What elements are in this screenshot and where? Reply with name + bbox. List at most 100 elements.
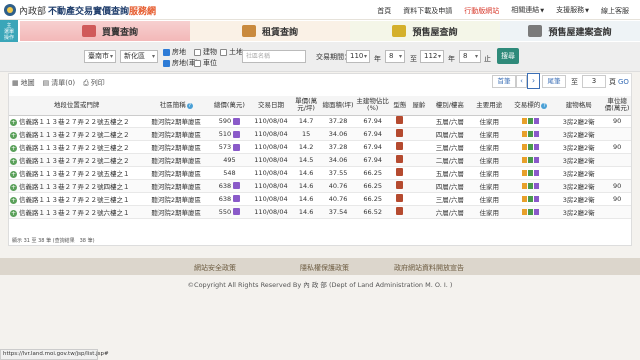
parking-icon xyxy=(534,157,540,164)
checkbox-icon xyxy=(194,48,201,56)
col-unit-price[interactable]: 單價(萬元/坪) xyxy=(291,96,322,116)
district-select[interactable]: 新化區 xyxy=(120,50,158,63)
crane-icon xyxy=(392,25,407,37)
table-row[interactable]: + 信義路１１３巷２７弄２２號二樓之２ 聽河院2期華廈區 510 110/08/04 15… xyxy=(9,127,631,142)
table-row[interactable]: + 信義路１１３巷２７弄２２號四樓之１ 聽河院2期華廈區 638 110/08/04 14… xyxy=(9,179,631,193)
from-year-select[interactable]: 110 xyxy=(346,50,370,63)
to-month-select[interactable]: 8 xyxy=(459,50,481,63)
parking-icon xyxy=(534,118,540,125)
col-address[interactable]: 地段位置或門牌 xyxy=(9,96,145,116)
cell-target xyxy=(507,153,555,168)
table-row[interactable]: + 信義路１１３巷２７弄２２號五樓之１ 聽河院2期華廈區 548 110/08/04 14… xyxy=(9,166,631,180)
type-land-checkbox[interactable]: 土地 xyxy=(220,47,243,57)
col-parking[interactable]: 車位總價(萬元) xyxy=(603,96,631,116)
cell-type xyxy=(390,179,410,193)
help-icon: ? xyxy=(186,102,193,109)
cell-unit-price: 14.2 xyxy=(291,140,322,155)
cell-type xyxy=(390,140,410,155)
search-button[interactable]: 搜尋 xyxy=(497,48,519,64)
tab-presale-project[interactable]: 預售屋建案查詢 xyxy=(500,21,640,41)
cell-parking xyxy=(603,127,631,142)
nav-links[interactable]: 相關連結▼ xyxy=(506,4,549,17)
footer-opendata-link[interactable]: 政府網站資料開放宣告 xyxy=(394,263,464,273)
col-floor[interactable]: 樓別/樓高 xyxy=(428,96,472,116)
cell-target xyxy=(507,192,555,206)
cell-address[interactable]: + 信義路１１３巷２７弄２２號五樓之１ xyxy=(9,166,145,180)
type-parking-checkbox[interactable]: 車位 xyxy=(194,58,217,68)
cell-floor: 五層/六層 xyxy=(428,115,472,129)
site-logo[interactable]: 內政部 不動產交易實價查詢服務網 xyxy=(4,3,156,17)
cell-floor: 三層/六層 xyxy=(428,192,472,206)
first-page-button[interactable]: 首筆 xyxy=(492,75,516,88)
list-icon: ▤ xyxy=(42,79,50,87)
table-row[interactable]: + 信義路１１３巷２７弄２２號三樓之２ 聽河院2期華廈區 573 110/08/04 14… xyxy=(9,140,631,155)
table-row[interactable]: + 信義路１１３巷２７弄２２號二樓之２ 聽河院2期華廈區 495 110/08/04 14… xyxy=(9,153,631,168)
cell-community: 聽河院2期華廈區 xyxy=(144,166,209,180)
footer-security-link[interactable]: 網站安全政策 xyxy=(194,263,236,273)
cell-date: 110/08/04 xyxy=(250,205,292,219)
page-input[interactable]: 3 xyxy=(582,75,606,88)
col-price[interactable]: 總價(萬元) xyxy=(208,96,251,116)
next-page-button[interactable]: › xyxy=(527,73,540,89)
year-label: 年 xyxy=(374,55,381,63)
nav-support[interactable]: 支援服務▼ xyxy=(551,4,594,17)
col-use[interactable]: 主要用途 xyxy=(471,96,508,116)
type-house-land-checkbox[interactable]: 房地 xyxy=(163,47,186,57)
map-icon: ▦ xyxy=(12,79,19,87)
col-layout[interactable]: 建物格局 xyxy=(554,96,604,116)
col-type[interactable]: 型態 xyxy=(390,96,410,116)
cell-ratio: 66.52 xyxy=(355,205,391,219)
cell-address[interactable]: + 信義路１１３巷２７弄２２號三樓之２ xyxy=(9,140,145,155)
footer-privacy-link[interactable]: 隱私權保護政策 xyxy=(300,263,349,273)
building-icon xyxy=(528,195,534,202)
tab-buy[interactable]: 買賣查詢 xyxy=(20,21,200,41)
col-ratio[interactable]: 主建物佔比(%) xyxy=(355,96,391,116)
nav-download[interactable]: 資料下載及申請 xyxy=(398,5,457,17)
type-building-checkbox[interactable]: 建物 xyxy=(194,47,217,57)
expand-icon: + xyxy=(10,183,17,191)
cell-address[interactable]: + 信義路１１３巷２７弄２２號四樓之１ xyxy=(9,179,145,193)
cell-date: 110/08/04 xyxy=(250,192,292,206)
city-select[interactable]: 臺南市 xyxy=(84,50,116,63)
go-button[interactable]: GO xyxy=(618,77,629,87)
cell-layout: 3房2廳2衛 xyxy=(554,192,604,206)
tab-presale[interactable]: 預售屋查詢 xyxy=(350,21,500,41)
col-date[interactable]: 交易日期 xyxy=(250,96,292,116)
expand-icon: + xyxy=(10,209,17,217)
cell-price: 590 xyxy=(208,115,251,129)
table-row[interactable]: + 信義路１１３巷２７弄２２號六樓之１ 聽河院2期華廈區 550 110/08/04 14… xyxy=(9,205,631,219)
cell-address[interactable]: + 信義路１１３巷２７弄２２號六樓之１ xyxy=(9,205,145,219)
checkbox-icon xyxy=(163,48,170,56)
map-view-tab[interactable]: ▦ 地圖 xyxy=(12,78,35,88)
table-row[interactable]: + 信義路１１３巷２７弄２２號三樓之１ 聽河院2期華廈區 638 110/08/04 14… xyxy=(9,192,631,206)
community-search-input[interactable]: 社區名稱 xyxy=(242,50,306,63)
cell-age xyxy=(409,166,429,180)
nav-chat[interactable]: 線上客服 xyxy=(596,5,634,17)
cell-address[interactable]: + 信義路１１３巷２７弄２２號五樓之２ xyxy=(9,115,145,129)
to-year-select[interactable]: 112 xyxy=(420,50,444,63)
quick-menu-button[interactable]: 主選單 操作 xyxy=(0,20,18,42)
col-community[interactable]: 社區簡稱? xyxy=(144,96,209,116)
print-tab[interactable]: ⎙ 列印 xyxy=(83,78,105,88)
nav-home[interactable]: 首頁 xyxy=(372,5,396,17)
table-row[interactable]: + 信義路１１３巷２７弄２２號五樓之２ 聽河院2期華廈區 590 110/08/04 14… xyxy=(9,115,631,129)
land-icon xyxy=(522,195,528,202)
col-age[interactable]: 屋齡 xyxy=(409,96,429,116)
house-icon xyxy=(81,25,96,37)
cell-use: 住家用 xyxy=(471,140,508,155)
transaction-target-icons xyxy=(522,118,540,125)
cell-parking: 90 xyxy=(603,179,631,193)
list-view-tab[interactable]: ▤ 清單(0) xyxy=(43,78,76,88)
cell-area: 37.55 xyxy=(321,166,356,180)
col-target[interactable]: 交易標的? xyxy=(507,96,555,116)
col-area[interactable]: 總面積(坪) xyxy=(321,96,356,116)
prev-page-button[interactable]: ‹ xyxy=(516,75,527,88)
site-title: 不動產交易實價查詢服務網 xyxy=(48,6,157,17)
cell-address[interactable]: + 信義路１１３巷２７弄２２號三樓之１ xyxy=(9,192,145,206)
tab-rent[interactable]: 租賃查詢 xyxy=(190,21,350,41)
nav-mobile[interactable]: 行動版網站 xyxy=(459,5,504,17)
last-page-button[interactable]: 尾筆 xyxy=(542,75,566,88)
from-month-select[interactable]: 8 xyxy=(385,50,405,63)
cell-address[interactable]: + 信義路１１３巷２７弄２２號二樓之２ xyxy=(9,127,145,142)
cell-address[interactable]: + 信義路１１３巷２７弄２２號二樓之２ xyxy=(9,153,145,168)
